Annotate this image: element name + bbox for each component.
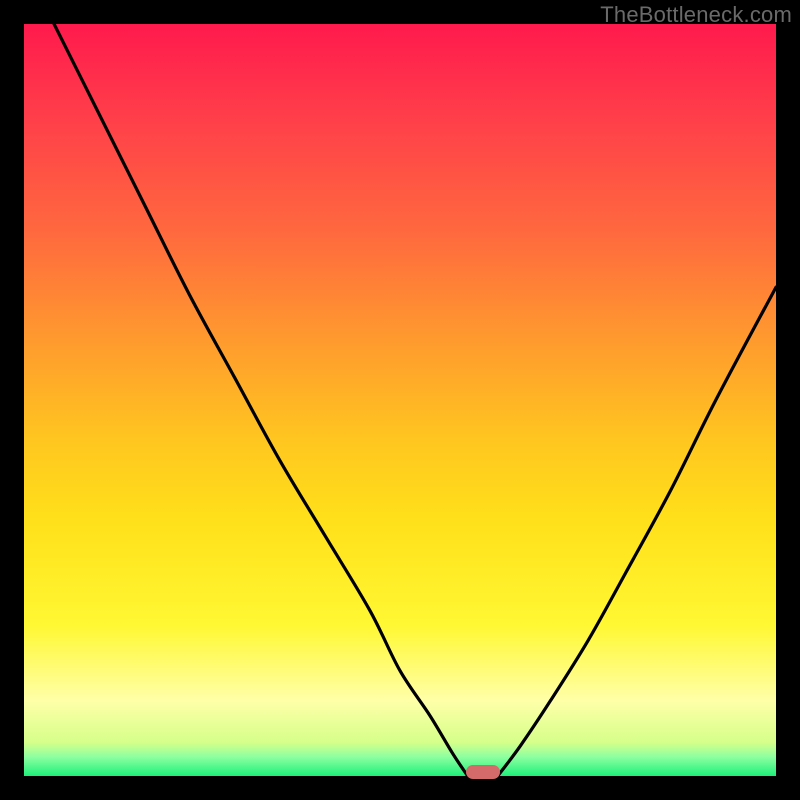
chart-curve xyxy=(24,24,776,776)
curve-left-path xyxy=(54,24,468,776)
chart-frame xyxy=(24,24,776,776)
curve-right-path xyxy=(498,287,776,776)
minimum-marker xyxy=(466,765,500,779)
